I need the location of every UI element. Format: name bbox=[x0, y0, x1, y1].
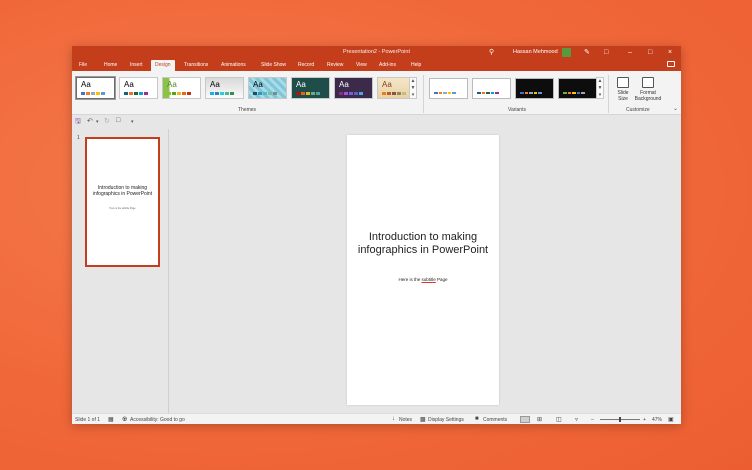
comments-status-icon[interactable]: ■ bbox=[475, 416, 479, 422]
variant-1[interactable] bbox=[429, 78, 468, 99]
ribbon-divider bbox=[423, 75, 424, 113]
format-background-label: Format Background bbox=[634, 90, 662, 102]
customize-group-label: Customize bbox=[626, 107, 650, 113]
tab-home[interactable]: Home bbox=[104, 62, 117, 68]
redo-icon[interactable]: ↻ bbox=[104, 117, 110, 125]
search-icon[interactable]: ⚲ bbox=[489, 48, 494, 57]
format-background-icon bbox=[642, 77, 654, 88]
variant-3[interactable] bbox=[515, 78, 554, 99]
notes-button[interactable]: Notes bbox=[399, 417, 412, 423]
tab-slide-show[interactable]: Slide Show bbox=[261, 62, 286, 68]
slide-thumbnails-pane: 1 Introduction to making infographics in… bbox=[72, 129, 169, 413]
theme-sample-text: Aa bbox=[81, 80, 91, 89]
ribbon-divider bbox=[608, 75, 609, 113]
undo-icon[interactable]: ↶ bbox=[87, 117, 93, 125]
zoom-level[interactable]: 47% bbox=[652, 417, 662, 423]
themes-gallery-scroll[interactable]: ▲ ▼ ▾ bbox=[409, 77, 417, 99]
ribbon-display-icon[interactable]: □ bbox=[604, 48, 608, 57]
slide-size-label: Slide Size bbox=[617, 90, 629, 102]
tab-insert[interactable]: Insert bbox=[130, 62, 143, 68]
accessibility-status[interactable]: Accessibility: Good to go bbox=[130, 417, 185, 423]
quick-access-toolbar: 🖫 ↶ ▾ ↻ □ ▾ bbox=[72, 115, 681, 129]
theme-integral[interactable]: Aa bbox=[205, 77, 244, 99]
slide-canvas[interactable]: Introduction to making infographics in P… bbox=[347, 135, 499, 405]
format-background-button[interactable]: Format Background bbox=[631, 77, 665, 102]
theme-sample-text: Aa bbox=[167, 80, 177, 89]
thumbnail-title: Introduction to making infographics in P… bbox=[92, 185, 153, 197]
tab-record[interactable]: Record bbox=[298, 62, 314, 68]
maximize-icon[interactable]: □ bbox=[648, 48, 652, 57]
fit-to-window-icon[interactable]: ▣ bbox=[668, 416, 674, 423]
slide-editor: Introduction to making infographics in P… bbox=[169, 129, 681, 413]
collapse-ribbon-icon[interactable]: ⌄ bbox=[673, 105, 678, 112]
thumbnail-subtitle: Here is the subtitle Page bbox=[109, 207, 136, 210]
zoom-in-icon[interactable]: + bbox=[643, 417, 646, 423]
status-bar: Slide 1 of 1 ▦ ♼ Accessibility: Good to … bbox=[72, 413, 681, 424]
display-settings-icon[interactable]: ▩ bbox=[420, 416, 426, 423]
comments-icon[interactable] bbox=[667, 61, 675, 67]
zoom-out-icon[interactable]: – bbox=[591, 417, 594, 423]
slide-subtitle[interactable]: Here is the subtitle Page bbox=[347, 277, 499, 282]
slide-thumbnail[interactable]: Introduction to making infographics in P… bbox=[85, 137, 160, 267]
tab-design[interactable]: Design bbox=[151, 60, 175, 71]
variant-4[interactable] bbox=[558, 78, 597, 99]
variant-2[interactable] bbox=[472, 78, 511, 99]
theme-office-2[interactable]: Aa bbox=[119, 77, 158, 99]
avatar[interactable] bbox=[562, 48, 571, 57]
zoom-slider-handle[interactable] bbox=[619, 417, 621, 422]
comments-button[interactable]: Comments bbox=[483, 417, 507, 423]
theme-facet[interactable]: Aa bbox=[162, 77, 201, 99]
themes-group-label: Themes bbox=[238, 107, 257, 113]
notes-icon[interactable]: ↓ bbox=[392, 416, 395, 422]
start-from-beginning-icon[interactable]: □ bbox=[116, 117, 120, 124]
slide-sorter-icon[interactable]: ⊞ bbox=[537, 416, 542, 423]
theme-sample-text: Aa bbox=[253, 80, 263, 89]
slide-show-icon[interactable]: ▿ bbox=[575, 416, 578, 423]
tab-animations[interactable]: Animations bbox=[221, 62, 246, 68]
reading-view-icon[interactable]: ◫ bbox=[556, 416, 562, 423]
theme-organic[interactable]: Aa bbox=[334, 77, 373, 99]
slide-count: Slide 1 of 1 bbox=[75, 416, 101, 423]
spelling-icon[interactable]: ▦ bbox=[108, 416, 114, 423]
theme-sample-text: Aa bbox=[296, 80, 306, 89]
save-icon[interactable]: 🖫 bbox=[75, 117, 81, 128]
theme-ion-boardroom[interactable]: Aa bbox=[291, 77, 330, 99]
tab-help[interactable]: Help bbox=[411, 62, 421, 68]
tab-add-ins[interactable]: Add-ins bbox=[379, 62, 396, 68]
title-bar: Presentation2 - PowerPoint ⚲ Hassan Mehm… bbox=[72, 46, 681, 59]
ribbon-design: Aa Aa Aa Aa Aa Aa Aa Aa ▲ ▼ ▾ Themes ▲ ▼… bbox=[72, 71, 681, 115]
normal-view-icon[interactable] bbox=[520, 416, 530, 423]
close-icon[interactable]: × bbox=[668, 48, 672, 57]
theme-sample-text: Aa bbox=[382, 80, 392, 89]
undo-dropdown-icon[interactable]: ▾ bbox=[96, 119, 99, 125]
subtitle-prefix: Here is the bbox=[398, 277, 422, 282]
display-settings-button[interactable]: Display Settings bbox=[428, 417, 464, 423]
ribbon-tabs: File Home Insert Design Transitions Anim… bbox=[72, 59, 681, 71]
pen-icon[interactable]: ✎ bbox=[584, 48, 590, 57]
theme-office[interactable]: Aa bbox=[76, 77, 115, 99]
user-name[interactable]: Hassan Mehmood bbox=[513, 49, 558, 55]
customize-qat-icon[interactable]: ▾ bbox=[131, 119, 134, 125]
variants-gallery-scroll[interactable]: ▲ ▼ ▾ bbox=[596, 77, 604, 99]
slide-title[interactable]: Introduction to making infographics in P… bbox=[357, 231, 489, 256]
theme-sample-text: Aa bbox=[124, 80, 134, 89]
theme-sample-text: Aa bbox=[210, 80, 220, 89]
variants-group-label: Variants bbox=[508, 107, 526, 113]
powerpoint-window: Presentation2 - PowerPoint ⚲ Hassan Mehm… bbox=[72, 46, 681, 424]
tab-transitions[interactable]: Transitions bbox=[184, 62, 208, 68]
accessibility-icon[interactable]: ♼ bbox=[122, 416, 127, 423]
subtitle-suffix: Page bbox=[435, 277, 448, 282]
tab-file[interactable]: File bbox=[79, 62, 87, 68]
minimize-icon[interactable]: – bbox=[628, 48, 632, 57]
theme-ion[interactable]: Aa bbox=[248, 77, 287, 99]
theme-sample-text: Aa bbox=[339, 80, 349, 89]
tab-view[interactable]: View bbox=[356, 62, 367, 68]
slide-size-icon bbox=[617, 77, 629, 88]
subtitle-misspelled-word: subtitle bbox=[421, 277, 436, 282]
tab-review[interactable]: Review bbox=[327, 62, 343, 68]
slide-number: 1 bbox=[77, 135, 80, 141]
